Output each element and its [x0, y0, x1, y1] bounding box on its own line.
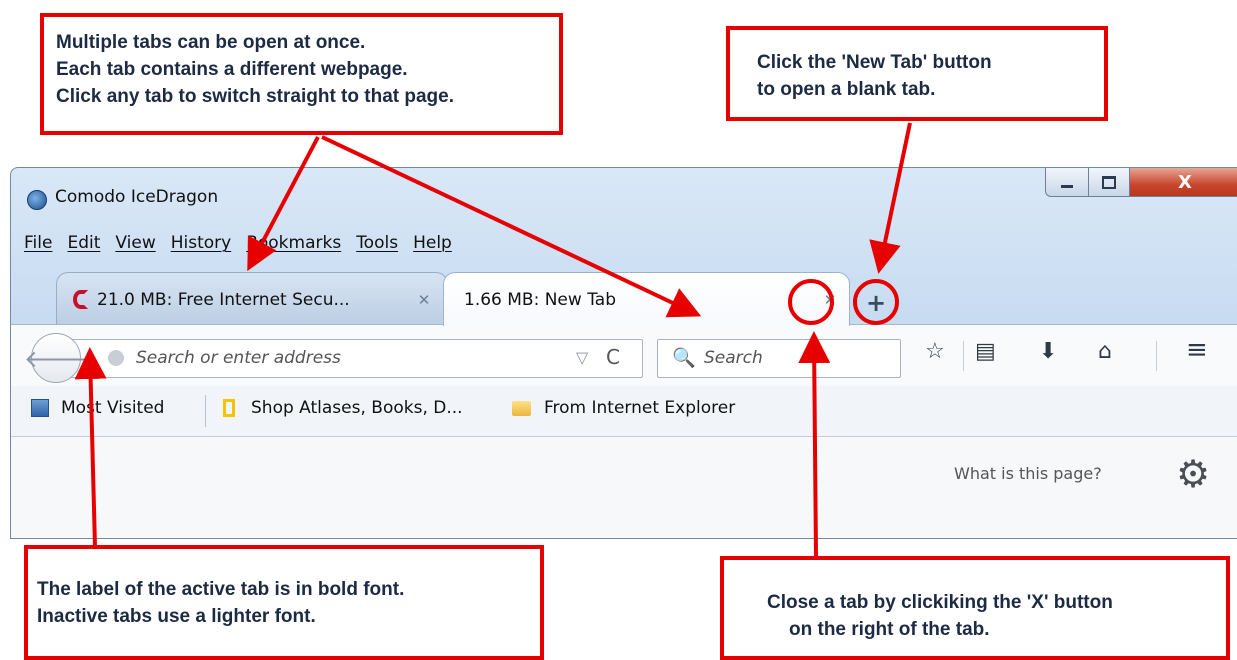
arrow-to-new-tab-button — [869, 122, 912, 274]
arrow-to-active-tab — [321, 135, 702, 318]
highlight-circle-new-tab — [853, 279, 899, 325]
highlight-circle-close — [788, 279, 834, 325]
arrow-to-tab-label — [74, 347, 107, 548]
arrow-to-inactive-tab — [247, 136, 320, 272]
arrow-to-close-button — [798, 331, 831, 557]
annotation-arrows — [74, 122, 912, 557]
